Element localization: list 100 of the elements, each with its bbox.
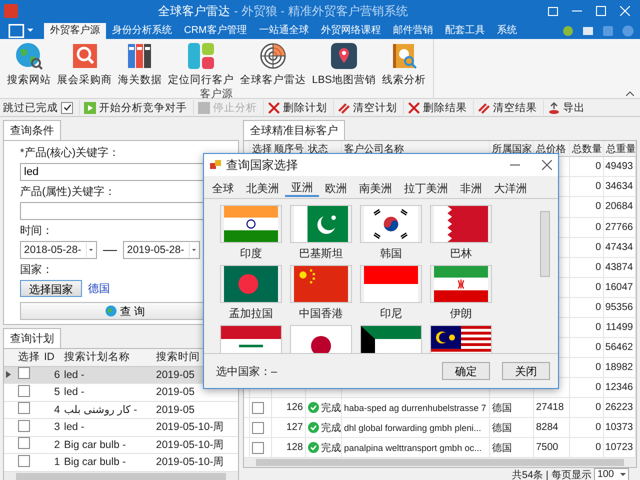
panel-tab[interactable]: 全球精准目标客户 (243, 120, 345, 140)
country-link[interactable]: 德国 (88, 281, 110, 296)
menu-tab[interactable]: 邮件营销 (386, 23, 439, 39)
column-header[interactable]: 客户公司名称 (344, 142, 404, 156)
panel-tab[interactable]: 查询条件 (3, 120, 61, 140)
table-cell: 0 (595, 382, 601, 394)
column-header[interactable]: 顺序号 (274, 142, 304, 156)
ribbon-button[interactable]: 线索分析 (378, 39, 429, 87)
minimize-icon[interactable] (510, 164, 520, 166)
toolbar-button[interactable]: 开始分析竞争对手 (79, 100, 191, 115)
table-cell: 0 (595, 302, 601, 313)
check-circle-icon (308, 402, 319, 414)
checkbox[interactable] (18, 437, 30, 450)
region-tab[interactable]: 欧洲 (319, 179, 353, 197)
toolbar-button[interactable]: 清空结果 (473, 100, 541, 115)
close-icon[interactable] (542, 160, 552, 170)
checkbox[interactable] (18, 454, 30, 467)
eraser-icon (478, 102, 490, 114)
column-header[interactable]: 总数量 (572, 142, 602, 156)
checkbox[interactable] (18, 367, 30, 380)
table-cell: 16047 (605, 282, 633, 293)
table-cell: haba-sped ag durrenhubelstrasse 7 (344, 402, 486, 413)
table-cell-text: led - (63, 386, 86, 398)
column-header[interactable]: 所属国家 (492, 142, 532, 156)
toolbar-button[interactable]: 删除计划 (263, 100, 331, 115)
table-cell: 2019-05-10-周 (156, 438, 224, 451)
checkbox[interactable] (18, 420, 30, 432)
ribbon-button[interactable]: 海关数据 (115, 39, 165, 87)
table-cell: 0 (595, 201, 601, 212)
collapse-icon[interactable] (626, 91, 634, 96)
country-label: 巴基斯坦 (299, 247, 343, 261)
region-tab[interactable]: 北美洲 (240, 179, 285, 197)
table-cell: 0 (595, 422, 601, 434)
table-cell: 0 (595, 342, 601, 353)
checkbox[interactable] (252, 402, 264, 414)
ribbon-button[interactable]: 定位同行客户 (165, 39, 237, 87)
choose-country-button[interactable]: 选择国家 (20, 280, 82, 297)
plan-row[interactable]: 3 led - 2019-05-10-周 (4, 419, 238, 436)
country-label: 巴林 (450, 247, 472, 261)
table-cell: 27418 (536, 402, 564, 414)
region-tab[interactable]: 全球 (206, 179, 240, 197)
menu-tab[interactable]: CRM客户管理 (178, 23, 253, 39)
toolbar-button[interactable]: 清空计划 (333, 100, 401, 115)
date-picker[interactable]: 2019-05-28- (123, 241, 200, 259)
table-cell: 49493 (605, 161, 633, 172)
column-header[interactable]: 搜索计划名称 (64, 351, 130, 364)
menu-tab[interactable]: 外贸客户源 (44, 23, 106, 39)
table-cell: 128 (286, 442, 303, 454)
column-header[interactable]: 选择 (18, 351, 40, 364)
checkbox[interactable] (252, 422, 264, 434)
ribbon-button[interactable]: LBS地图营销 (309, 39, 379, 87)
ribbon-button[interactable]: 搜索网站 (4, 39, 54, 87)
toolbar-button[interactable]: 删除结果 (403, 100, 471, 115)
caret-icon[interactable] (86, 243, 96, 257)
eraser-icon (338, 102, 350, 114)
flag-icon[interactable] (360, 205, 422, 243)
region-tab[interactable]: 亚洲 (285, 179, 319, 197)
checkbox[interactable] (18, 384, 30, 397)
country-label: 孟加拉国 (229, 307, 273, 321)
checkbox[interactable] (252, 442, 264, 454)
region-tab[interactable]: 拉丁美洲 (398, 179, 454, 197)
table-cell: 2019-05-10-周 (156, 421, 224, 434)
menu-tab[interactable]: 外贸网络课程 (314, 23, 387, 39)
ribbon-button[interactable]: 全球客户雷达 (237, 39, 309, 87)
caret-icon[interactable] (189, 243, 199, 257)
region-tab[interactable]: 非洲 (454, 179, 488, 197)
table-cell: 127 (286, 422, 303, 434)
table-cell-text: 德国 (492, 422, 512, 435)
date-picker[interactable]: 2018-05-28- (20, 241, 97, 259)
table-cell: panalpina welttransport gmbh oc... (344, 442, 482, 453)
ribbon-button[interactable]: 展会采购商 (54, 39, 115, 87)
page-size-dropdown[interactable]: 100 (594, 468, 629, 480)
menu-tab[interactable]: 系统 (490, 23, 523, 39)
column-header[interactable]: ID (44, 351, 54, 364)
close-button[interactable]: 关闭 (502, 362, 550, 380)
menu-tab[interactable]: 配套工具 (438, 23, 491, 39)
window-subtitle: - 外贸狼 - 精准外贸客户营销系统 (234, 2, 408, 20)
color-blocks-icon (186, 41, 216, 71)
menu-tab[interactable]: 一站通全球 (252, 23, 315, 39)
table-cell: 34634 (605, 181, 633, 192)
menu-icon[interactable] (8, 24, 34, 38)
scrollbar[interactable] (244, 458, 636, 468)
menu-tab[interactable]: 身份分析系统 (106, 23, 178, 39)
region-tab[interactable]: 南美洲 (353, 179, 398, 197)
table-cell-text: 1 (53, 456, 61, 468)
column-header[interactable]: 搜索时间 (156, 351, 200, 364)
table-cell-text: 德国 (492, 402, 512, 415)
plan-row[interactable]: 2 Big car bulb - 2019-05-10-周 (4, 436, 238, 454)
country-label: 中国香港 (299, 306, 343, 321)
toolbar-button[interactable]: 导出 (543, 100, 589, 115)
panel-tab[interactable]: 查询计划 (3, 328, 61, 348)
field-label: 国家： (20, 262, 53, 277)
table-cell: 0 (595, 222, 601, 233)
checkbox[interactable] (61, 102, 73, 114)
table-cell-text: 2 (53, 438, 61, 451)
checkbox[interactable] (18, 402, 30, 414)
table-cell: 0 (595, 282, 601, 293)
maximize-icon[interactable] (596, 6, 606, 16)
ok-button[interactable]: 确定 (442, 362, 490, 380)
region-tab[interactable]: 大洋洲 (488, 179, 533, 197)
